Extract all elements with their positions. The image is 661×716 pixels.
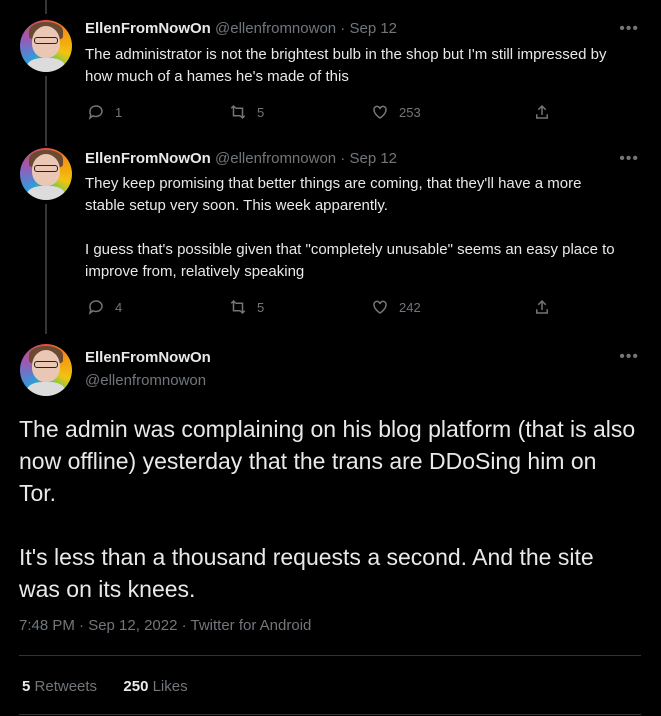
more-icon[interactable]: •••: [619, 150, 639, 168]
like-button[interactable]: 253: [371, 103, 421, 121]
tweet-stats: 5 Retweets 250 Likes: [22, 678, 188, 695]
avatar[interactable]: [20, 344, 72, 396]
avatar[interactable]: [20, 148, 72, 200]
display-name[interactable]: EllenFromNowOn: [85, 150, 211, 167]
retweets-stat[interactable]: 5 Retweets: [22, 678, 97, 695]
main-user-handle[interactable]: @ellenfromnowon: [85, 372, 206, 389]
like-icon: [373, 105, 387, 119]
like-icon: [373, 300, 387, 314]
more-icon[interactable]: •••: [619, 348, 639, 366]
tweet-header: EllenFromNowOn @ellenfromnowon · Sep 12: [85, 150, 398, 167]
share-icon: [536, 299, 548, 314]
reply-icon: [88, 105, 103, 120]
retweet-button[interactable]: 5: [229, 103, 264, 121]
share-button[interactable]: [533, 103, 551, 121]
tweet-timestamp[interactable]: 7:48 PM · Sep 12, 2022 · Twitter for And…: [19, 617, 311, 634]
reply-count: 1: [115, 104, 123, 120]
tweet-actions: 4 5 242: [85, 298, 565, 318]
user-handle[interactable]: @ellenfromnowon: [215, 20, 336, 37]
retweet-count: 5: [257, 299, 265, 315]
main-tweet-text: The admin was complaining on his blog pl…: [19, 416, 636, 602]
like-count: 253: [399, 104, 421, 120]
likes-stat[interactable]: 250 Likes: [123, 678, 187, 695]
reply-icon: [88, 300, 103, 315]
tweet-date[interactable]: Sep 12: [349, 150, 397, 167]
divider: [19, 714, 641, 715]
retweet-count: 5: [257, 104, 265, 120]
like-count: 242: [399, 299, 421, 315]
more-icon[interactable]: •••: [619, 20, 639, 38]
divider: [19, 655, 641, 656]
retweet-icon: [230, 104, 246, 120]
tweet-text: They keep promising that better things a…: [85, 175, 615, 280]
reply-button[interactable]: 4: [87, 298, 122, 316]
tweet-header: EllenFromNowOn @ellenfromnowon · Sep 12: [85, 20, 398, 37]
tweet-1[interactable]: EllenFromNowOn @ellenfromnowon · Sep 12 …: [0, 20, 661, 140]
tweet-actions: 1 5 253: [85, 103, 565, 123]
share-button[interactable]: [533, 298, 551, 316]
tweet-date[interactable]: Sep 12: [349, 20, 397, 37]
avatar[interactable]: [20, 20, 72, 72]
retweet-icon: [230, 299, 246, 315]
main-tweet: EllenFromNowOn @ellenfromnowon ••• The a…: [0, 344, 661, 716]
tweet-2[interactable]: EllenFromNowOn @ellenfromnowon · Sep 12 …: [0, 148, 661, 328]
main-display-name[interactable]: EllenFromNowOn: [85, 349, 211, 366]
tweet-text: The administrator is not the brightest b…: [85, 46, 611, 85]
reply-count: 4: [115, 299, 123, 315]
share-icon: [536, 104, 548, 119]
user-handle[interactable]: @ellenfromnowon: [215, 150, 336, 167]
retweet-button[interactable]: 5: [229, 298, 264, 316]
thread-line: [45, 0, 47, 14]
reply-button[interactable]: 1: [87, 103, 122, 121]
like-button[interactable]: 242: [371, 298, 421, 316]
display-name[interactable]: EllenFromNowOn: [85, 20, 211, 37]
